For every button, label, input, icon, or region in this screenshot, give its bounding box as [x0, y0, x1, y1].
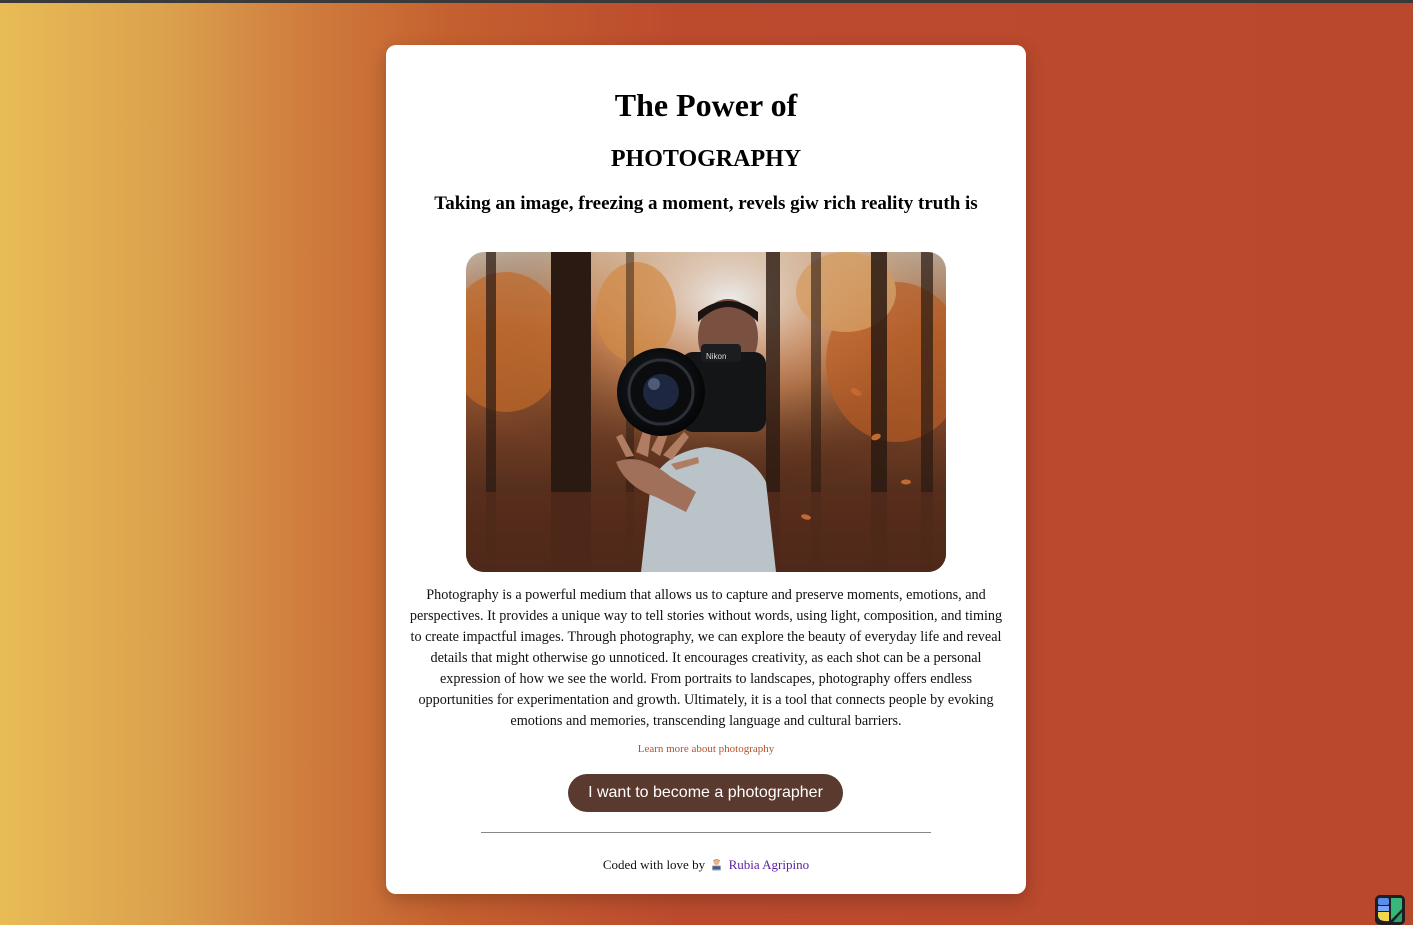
learn-more-link[interactable]: Learn more about photography	[386, 742, 1026, 756]
page-subtitle: PHOTOGRAPHY	[610, 146, 802, 172]
become-photographer-button[interactable]: I want to become a photographer	[568, 774, 843, 812]
body-paragraph: Photography is a powerful medium that al…	[409, 587, 1003, 729]
camera-brand-label: Nikon	[706, 352, 726, 361]
top-bar	[0, 0, 1413, 3]
page-title: The Power of	[614, 87, 798, 123]
app-logo-icon[interactable]	[1375, 895, 1405, 925]
hero-photo: Nikon	[466, 252, 946, 572]
page-tagline: Taking an image, freezing a moment, reve…	[434, 193, 978, 214]
footer-divider	[481, 832, 931, 833]
author-link[interactable]: Rubia Agripino	[729, 857, 810, 872]
footer-prefix: Coded with love by	[602, 857, 706, 872]
woman-technologist-icon	[712, 859, 722, 871]
content-card: The Power of PHOTOGRAPHY Taking an image…	[386, 45, 1026, 894]
footer: Coded with love by Rubia Agripino	[386, 857, 1026, 873]
hero-photo-illustration: Nikon	[466, 252, 946, 572]
